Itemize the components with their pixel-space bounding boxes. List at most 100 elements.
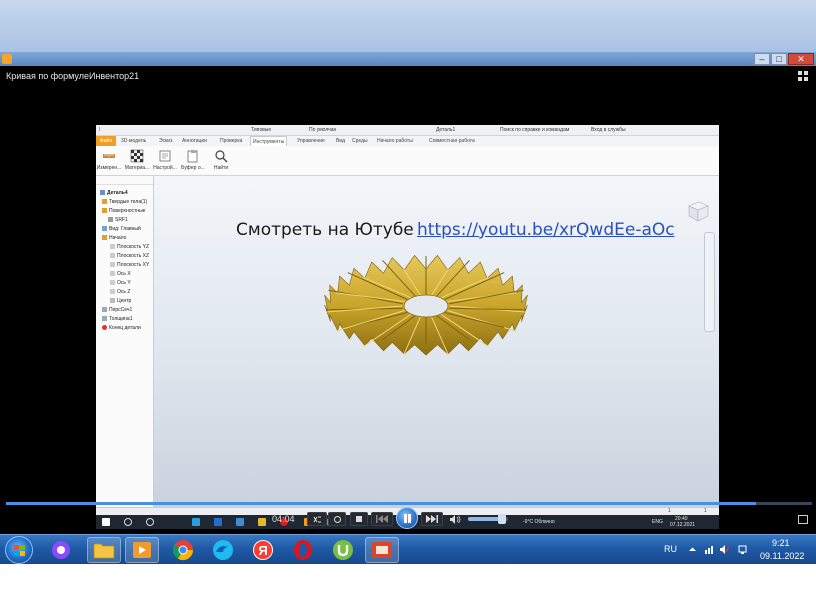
tab-file[interactable]: Файл [96, 136, 116, 146]
inventor-ribbon: Измерен... Материа... Настрой... Буфер о… [96, 146, 719, 176]
find-button[interactable]: Найти [208, 149, 234, 171]
language-indicator[interactable]: RU [664, 544, 677, 554]
presentation-icon [372, 542, 392, 558]
switch-to-library-icon[interactable] [798, 515, 808, 524]
tree-item[interactable]: SRF1 [108, 217, 128, 223]
tab-view[interactable]: Вид [336, 138, 345, 144]
close-button[interactable]: ✕ [788, 53, 814, 65]
taskbar-utorrent[interactable] [326, 537, 360, 563]
weather-text: -9°C Облачно [523, 519, 555, 525]
tab-collaborate[interactable]: Совместная работа [429, 138, 475, 144]
magnifier-icon [215, 150, 228, 163]
clipboard-button[interactable]: Буфер о... [180, 149, 206, 171]
action-center-icon[interactable] [738, 545, 747, 554]
taskbar-edge[interactable] [206, 537, 240, 563]
media-player-icon [133, 542, 151, 558]
style-dropdown[interactable]: Типовые [251, 127, 271, 133]
search-icon [124, 518, 132, 526]
stop-repeat-button[interactable] [307, 512, 327, 526]
stop-button[interactable] [350, 512, 368, 526]
edge-icon [192, 518, 200, 526]
volume-level [468, 517, 500, 521]
volume-knob[interactable] [498, 514, 506, 524]
tab-inspect[interactable]: Проверка [220, 138, 242, 144]
tree-item[interactable]: Толщина1 [102, 316, 132, 322]
previous-button[interactable] [371, 512, 393, 526]
tree-item[interactable]: Центр [110, 298, 131, 304]
repeat-icon [333, 515, 341, 523]
taskbar-yandex-browser[interactable]: Я [246, 537, 280, 563]
next-button[interactable] [421, 512, 443, 526]
taskbar-alice[interactable] [44, 537, 78, 563]
taskbar-presentation[interactable] [365, 537, 399, 563]
tree-item[interactable]: ПерсСеч1 [102, 307, 132, 313]
network-icon[interactable] [704, 545, 713, 554]
taskbar-explorer[interactable] [87, 537, 121, 563]
tab-environments[interactable]: Среды [352, 138, 368, 144]
tree-root[interactable]: Деталь4 [100, 190, 128, 196]
tree-item[interactable]: Ось Y [110, 280, 131, 286]
measure-label: Измерен... [96, 165, 122, 171]
clock-time[interactable]: 9:21 [772, 538, 790, 548]
tab-manage[interactable]: Управление [297, 138, 325, 144]
measure-button[interactable]: Измерен... [96, 149, 122, 171]
youtube-link[interactable]: https://youtu.be/xrQwdEe-aOc [417, 220, 675, 240]
window-buttons: – □ ✕ [754, 53, 814, 65]
tree-item[interactable]: Твердые тела(1) [102, 199, 147, 205]
tree-item[interactable]: Вид: Главный [102, 226, 141, 232]
seek-progress [6, 502, 756, 505]
settings-label: Настрой... [153, 165, 177, 171]
clock-date[interactable]: 09.11.2022 [760, 551, 804, 561]
show-hidden-icons-icon[interactable] [688, 545, 697, 554]
viewcube-icon[interactable] [685, 198, 711, 224]
volume-icon[interactable] [720, 545, 729, 554]
material-button[interactable]: Материа... [124, 149, 150, 171]
material-label: Материа... [124, 165, 150, 171]
repeat-button[interactable] [328, 512, 346, 526]
ruler-icon [103, 154, 115, 158]
previous-icon [376, 515, 388, 523]
svg-text:Я: Я [258, 543, 267, 558]
taskbar-chrome[interactable] [166, 537, 200, 563]
edge-icon [213, 540, 233, 560]
tree-item[interactable]: Начало [102, 235, 126, 241]
tab-annotate[interactable]: Аннотации [182, 138, 207, 144]
start-button[interactable] [5, 536, 33, 564]
video-frame[interactable]: I Типовые По умолчан Деталь1 Поиск по сп… [96, 125, 719, 529]
settings-button[interactable]: Настрой... [152, 149, 178, 171]
next-icon [426, 515, 438, 523]
help-search-input[interactable]: Поиск по справке и командам [500, 127, 569, 133]
tree-item[interactable]: Плоскость XY [110, 262, 149, 268]
volume-slider[interactable] [468, 514, 508, 524]
minimize-button[interactable]: – [754, 53, 770, 65]
tree-item[interactable]: Поверхностные [102, 208, 145, 214]
tree-item[interactable]: Ось X [110, 271, 131, 277]
tree-item[interactable]: Плоскость YZ [110, 244, 149, 250]
seek-bar[interactable] [6, 502, 812, 505]
tab-get-started[interactable]: Начало работы [377, 138, 413, 144]
browser-header [96, 176, 153, 185]
fullscreen-toggle-icon[interactable] [798, 71, 808, 81]
document-title: Деталь1 [436, 127, 456, 133]
tab-sketch[interactable]: Эскиз [159, 138, 172, 144]
view-dropdown[interactable]: По умолчан [309, 127, 336, 133]
tab-tools[interactable]: Инструменты [250, 136, 288, 146]
maximize-button[interactable]: □ [771, 53, 787, 65]
signin-link[interactable]: Вход в службы [591, 127, 626, 133]
tree-item[interactable]: Плоскость XZ [110, 253, 149, 259]
slide-header-band [0, 0, 816, 52]
settings-icon [159, 150, 171, 162]
windows-start-icon [102, 518, 110, 526]
tree-item[interactable]: Ось Z [110, 289, 130, 295]
navigation-bar[interactable] [704, 232, 715, 332]
3d-viewport[interactable]: Смотреть на Ютубе https://youtu.be/xrQwd… [154, 176, 719, 507]
tab-3d-model[interactable]: 3D-модель [121, 138, 146, 144]
tree-item[interactable]: Конец детали [102, 325, 141, 331]
speaker-icon [449, 514, 460, 524]
store-icon [214, 518, 222, 526]
mute-button[interactable] [448, 512, 462, 526]
player-title-bar[interactable]: – □ ✕ [0, 52, 816, 66]
pause-button[interactable] [396, 507, 418, 529]
taskbar-media-player[interactable] [125, 537, 159, 563]
taskbar-opera[interactable] [286, 537, 320, 563]
